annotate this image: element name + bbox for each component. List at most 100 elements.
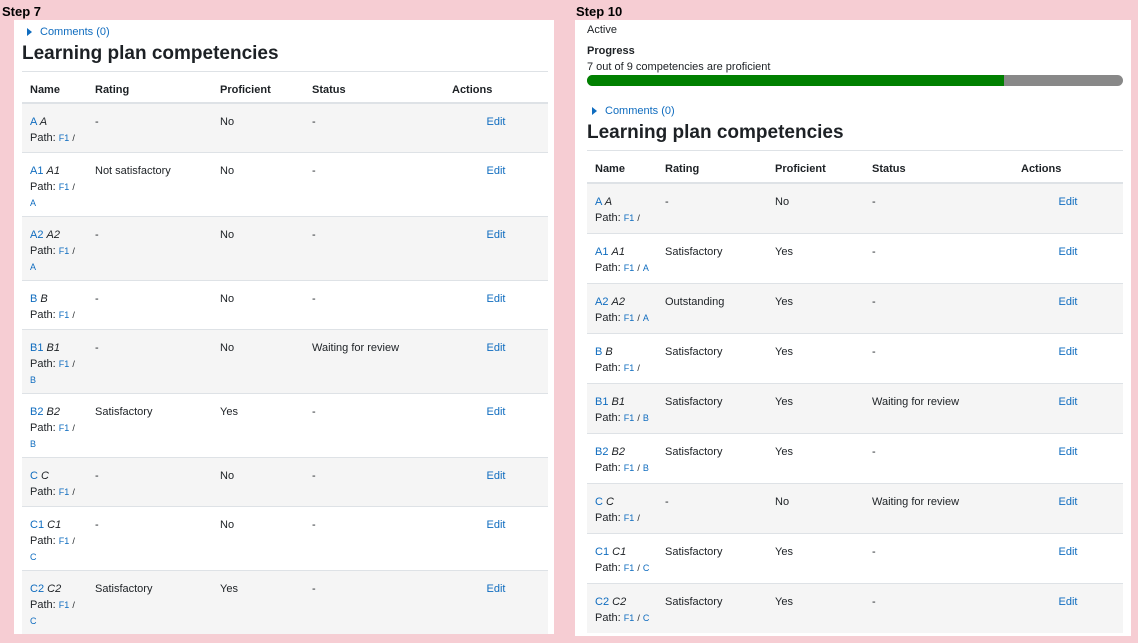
column-header-actions[interactable]: Actions [444, 77, 548, 104]
actions-cell: Edit [444, 456, 548, 506]
actions-cell: Edit [444, 279, 548, 329]
competency-link[interactable]: A2 [30, 229, 43, 241]
path-link[interactable]: F1 [624, 513, 635, 523]
competency-title: C C [595, 494, 657, 510]
path-link[interactable]: F1 [59, 600, 70, 610]
competency-link[interactable]: C1 [595, 546, 609, 558]
path-separator: / [72, 245, 75, 256]
edit-button[interactable]: Edit [1059, 296, 1078, 308]
competency-link[interactable]: A [595, 196, 602, 208]
path-link[interactable]: F1 [624, 413, 635, 423]
path-link[interactable]: C [643, 563, 650, 573]
path-link[interactable]: B [643, 463, 649, 473]
edit-button[interactable]: Edit [1059, 596, 1078, 608]
edit-button[interactable]: Edit [487, 583, 506, 595]
path-link[interactable]: C [30, 552, 37, 562]
path-link[interactable]: F1 [624, 363, 635, 373]
comments-label: Comments (0) [40, 26, 110, 38]
competency-shortname: B2 [46, 405, 60, 418]
edit-button[interactable]: Edit [1059, 196, 1078, 208]
path-link[interactable]: F1 [59, 487, 70, 497]
column-header-proficient[interactable]: Proficient [767, 156, 864, 184]
path-link[interactable]: A [643, 313, 649, 323]
column-header-rating[interactable]: Rating [657, 156, 767, 184]
competency-link[interactable]: C2 [595, 596, 609, 608]
column-header-proficient[interactable]: Proficient [212, 77, 304, 104]
competency-shortname: C1 [612, 545, 627, 558]
column-header-rating[interactable]: Rating [87, 77, 212, 104]
column-header-status[interactable]: Status [304, 77, 444, 104]
competency-name-cell: C2 C2 Path: F1 / C [587, 582, 657, 633]
competency-link[interactable]: B2 [30, 406, 43, 418]
path-link[interactable]: B [30, 375, 36, 385]
competency-link[interactable]: B1 [30, 342, 43, 354]
competency-link[interactable]: C [595, 496, 603, 508]
path-link[interactable]: B [30, 439, 36, 449]
path-link[interactable]: F1 [624, 313, 635, 323]
competency-path: Path: F1 / B [595, 410, 657, 426]
path-link[interactable]: F1 [59, 359, 70, 369]
competency-link[interactable]: A2 [595, 296, 608, 308]
edit-button[interactable]: Edit [487, 165, 506, 177]
path-link[interactable]: F1 [624, 213, 635, 223]
competency-link[interactable]: B2 [595, 446, 608, 458]
competency-title: B B [30, 291, 87, 307]
edit-button[interactable]: Edit [1059, 496, 1078, 508]
table-row: B2 B2 Path: F1 /B Satisfactory Yes - Edit [22, 392, 548, 457]
path-prefix: Path: [595, 561, 621, 574]
path-link[interactable]: F1 [59, 536, 70, 546]
path-separator: / [637, 262, 640, 273]
competency-title: B1 B1 [595, 394, 657, 410]
path-link[interactable]: C [643, 613, 650, 623]
edit-button[interactable]: Edit [1059, 346, 1078, 358]
edit-button[interactable]: Edit [1059, 546, 1078, 558]
path-link[interactable]: F1 [59, 310, 70, 320]
path-link[interactable]: F1 [59, 423, 70, 433]
competency-link[interactable]: B [30, 293, 37, 305]
path-link[interactable]: A [30, 262, 36, 272]
edit-button[interactable]: Edit [487, 519, 506, 531]
path-separator: / [637, 213, 640, 223]
path-link[interactable]: F1 [624, 613, 635, 623]
competency-link[interactable]: A1 [595, 246, 608, 258]
path-link[interactable]: F1 [59, 182, 70, 192]
competency-link[interactable]: B [595, 346, 602, 358]
path-separator: / [72, 535, 75, 546]
path-link[interactable]: F1 [59, 133, 70, 143]
path-link[interactable]: A [643, 263, 649, 273]
competency-link[interactable]: A [30, 116, 37, 128]
edit-button[interactable]: Edit [487, 116, 506, 128]
competency-link[interactable]: C [30, 470, 38, 482]
path-link[interactable]: F1 [624, 263, 635, 273]
competency-name-cell: C1 C1 Path: F1 /C [22, 505, 87, 570]
rating-cell: - [87, 505, 212, 570]
path-link[interactable]: A [30, 198, 36, 208]
edit-button[interactable]: Edit [487, 470, 506, 482]
rating-cell: - [87, 456, 212, 506]
edit-button[interactable]: Edit [1059, 246, 1078, 258]
edit-button[interactable]: Edit [1059, 446, 1078, 458]
path-link[interactable]: B [643, 413, 649, 423]
path-link[interactable]: F1 [624, 563, 635, 573]
path-link[interactable]: C [30, 616, 37, 626]
column-header-status[interactable]: Status [864, 156, 1013, 184]
column-header-name[interactable]: Name [587, 156, 657, 184]
competency-name-cell: B2 B2 Path: F1 /B [22, 392, 87, 457]
path-prefix: Path: [595, 511, 621, 524]
competency-shortname: C1 [47, 518, 62, 531]
competency-link[interactable]: B1 [595, 396, 608, 408]
competency-link[interactable]: C1 [30, 519, 44, 531]
column-header-name[interactable]: Name [22, 77, 87, 104]
path-link[interactable]: F1 [624, 463, 635, 473]
edit-button[interactable]: Edit [487, 406, 506, 418]
comments-toggle[interactable]: Comments (0) [592, 105, 675, 117]
edit-button[interactable]: Edit [487, 293, 506, 305]
edit-button[interactable]: Edit [487, 229, 506, 241]
edit-button[interactable]: Edit [1059, 396, 1078, 408]
path-link[interactable]: F1 [59, 246, 70, 256]
comments-toggle[interactable]: Comments (0) [27, 26, 110, 38]
edit-button[interactable]: Edit [487, 342, 506, 354]
competency-link[interactable]: C2 [30, 583, 44, 595]
competency-link[interactable]: A1 [30, 165, 43, 177]
column-header-actions[interactable]: Actions [1013, 156, 1123, 184]
